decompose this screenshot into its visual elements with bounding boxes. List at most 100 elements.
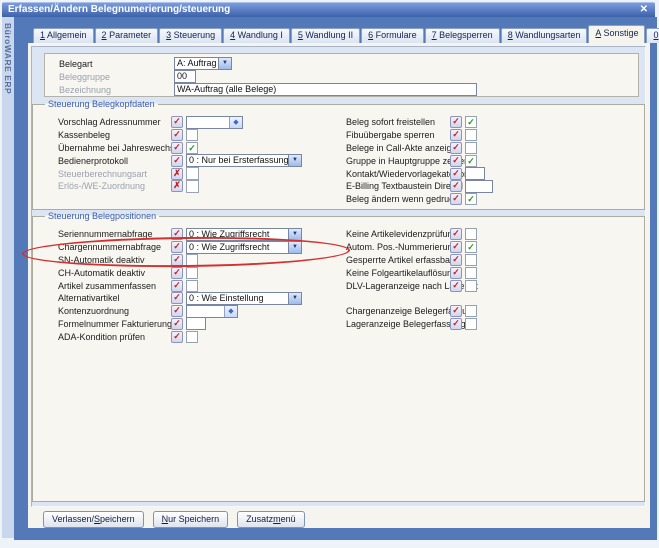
tab-wandlungsarten[interactable]: 8 Wandlungsarten [501,28,588,43]
lageranzeige-belegerfassung-flag-icon[interactable]: ✓ [450,318,462,330]
gruppe-in-hauptgruppe-zeigen-label: Gruppe in Hauptgruppe zeigen [346,156,450,166]
ada-kondition-pr-fen-flag-icon[interactable]: ✓ [171,331,183,343]
chargenanzeige-belegerfassung-checkbox[interactable] [465,305,477,317]
lookup-diamond-icon[interactable]: ◆ [229,117,242,128]
vorschlag-adressnummer-input[interactable]: ◆ [186,116,243,129]
belegkopfdaten-left-column: Vorschlag Adressnummer✓◆Kassenbeleg✓Über… [58,116,302,193]
kontenzuordnung-flag-icon[interactable]: ✓ [171,305,183,317]
vorschlag-adressnummer-flag-icon[interactable]: ✓ [171,116,183,128]
tab-sonstige[interactable]: A Sonstige [588,25,645,43]
beleg-ndern-wenn-gedruckt-checkbox[interactable]: ✓ [465,193,477,205]
fibu-bergabe-sperren-checkbox[interactable] [465,129,477,141]
keine-artikelevidenzpr-fung-checkbox[interactable] [465,228,477,240]
dlv-lageranzeige-nach-lagerort-flag-icon[interactable]: ✓ [450,280,462,292]
kassenbeleg-checkbox[interactable] [186,129,198,141]
gruppe-in-hauptgruppe-zeigen-flag-icon[interactable]: ✓ [450,155,462,167]
dlv-lageranzeige-nach-lagerort-checkbox[interactable] [465,280,477,292]
kontenzuordnung-input[interactable]: ◆ [186,305,238,318]
beleg-ndern-wenn-gedruckt-flag-icon[interactable]: ✓ [450,193,462,205]
row-sn-automatik-deaktiv: SN-Automatik deaktiv✓ [58,254,302,267]
row-artikel-zusammenfassen: Artikel zusammenfassen✓ [58,279,302,292]
group-belegpositionen: Steuerung Belegpositionen Seriennummerna… [32,216,645,502]
alternativartikel-combobox[interactable]: 0 : Wie Einstellung▼ [186,292,302,305]
window-titlebar[interactable]: Erfassen/Ändern Belegnumerierung/steueru… [2,2,655,17]
ch-automatik-deaktiv-flag-icon[interactable]: ✓ [171,267,183,279]
steuerberechnungsart-flag-icon[interactable]: ✗ [171,168,183,180]
dropdown-arrow-icon[interactable]: ▼ [218,58,231,69]
artikel-zusammenfassen-checkbox[interactable] [186,280,198,292]
dropdown-arrow-icon[interactable]: ▼ [288,229,301,240]
close-icon[interactable]: ✕ [640,4,648,15]
artikel-zusammenfassen-label: Artikel zusammenfassen [58,281,171,291]
button-row: Verlassen/Speichern Nur Speichern Zusatzme… [43,511,305,528]
chargennummernabfrage-flag-icon[interactable]: ✓ [171,241,183,253]
e-billing-textbaustein-direktd-flag-icon[interactable]: ✓ [450,180,462,192]
row-kassenbeleg: Kassenbeleg✓ [58,129,302,142]
gesperrte-artikel-erfassbar-checkbox[interactable] [465,254,477,266]
kontakt-wiedervorlagekategorie-flag-icon[interactable]: ✓ [450,168,462,180]
row-autom-pos-nummerierung: Autom. Pos.-Nummerierung✓✓ [346,241,477,254]
seriennummernabfrage-combobox[interactable]: 0 : Wie Zugriffsrecht▼ [186,228,302,241]
fibu-bergabe-sperren-flag-icon[interactable]: ✓ [450,129,462,141]
sn-automatik-deaktiv-checkbox[interactable] [186,254,198,266]
belege-in-call-akte-anzeigen-flag-icon[interactable]: ✓ [450,142,462,154]
kontakt-wiedervorlagekategorie-label: Kontakt/Wiedervorlagekategorie [346,169,450,179]
row-kontakt-wiedervorlagekategorie: Kontakt/Wiedervorlagekategorie✓ [346,167,493,180]
formelnummer-fakturierung-flag-icon[interactable]: ✓ [171,318,183,330]
erl-s-we-zuordnung-flag-icon[interactable]: ✗ [171,180,183,192]
dropdown-arrow-icon[interactable]: ▼ [288,155,301,166]
beleggruppe-input[interactable]: 00 [174,70,196,83]
tab-wfl-tb[interactable]: 0 WFL/TB [646,28,659,43]
gruppe-in-hauptgruppe-zeigen-checkbox[interactable]: ✓ [465,155,477,167]
beleg-sofort-freistellen-checkbox[interactable]: ✓ [465,116,477,128]
tab-wandlung-ii[interactable]: 5 Wandlung II [291,28,360,43]
zusatzmen-button[interactable]: Zusatzmenü [237,511,305,528]
nur-speichern-button[interactable]: Nur Speichern [153,511,229,528]
dropdown-arrow-icon[interactable]: ▼ [288,242,301,253]
keine-folgeartikelaufl-sung-checkbox[interactable] [465,267,477,279]
gesperrte-artikel-erfassbar-label: Gesperrte Artikel erfassbar [346,255,450,265]
belege-in-call-akte-anzeigen-checkbox[interactable] [465,142,477,154]
steuerberechnungsart-label: Steuerberechnungsart [58,169,171,179]
button-label: Zusatz [246,514,273,524]
kontakt-wiedervorlagekategorie-input[interactable] [465,167,485,180]
kassenbeleg-flag-icon[interactable]: ✓ [171,129,183,141]
dropdown-arrow-icon[interactable]: ▼ [288,293,301,304]
gesperrte-artikel-erfassbar-flag-icon[interactable]: ✓ [450,254,462,266]
chargenanzeige-belegerfassung-flag-icon[interactable]: ✓ [450,305,462,317]
keine-folgeartikelaufl-sung-flag-icon[interactable]: ✓ [450,267,462,279]
autom-pos-nummerierung-checkbox[interactable]: ✓ [465,241,477,253]
lookup-diamond-icon[interactable]: ◆ [224,306,237,317]
verlassen-speichern-button[interactable]: Verlassen/Speichern [43,511,144,528]
row-lageranzeige-belegerfassung: Lageranzeige Belegerfassung✓ [346,318,477,331]
belegpositionen-right-column: Keine Artikelevidenzprüfung✓Autom. Pos.-… [346,228,477,330]
bernahme-bei-jahreswechsel-flag-icon[interactable]: ✓ [171,142,183,154]
seriennummernabfrage-flag-icon[interactable]: ✓ [171,228,183,240]
tab-parameter[interactable]: 2 Parameter [95,28,159,43]
e-billing-textbaustein-direktd-input[interactable] [465,180,493,193]
alternativartikel-flag-icon[interactable]: ✓ [171,292,183,304]
chargennummernabfrage-combobox[interactable]: 0 : Wie Zugriffsrecht▼ [186,241,302,254]
ada-kondition-pr-fen-checkbox[interactable] [186,331,198,343]
artikel-zusammenfassen-flag-icon[interactable]: ✓ [171,280,183,292]
row-beleggruppe: Beleggruppe00 [45,70,638,83]
bedienerprotokoll-combobox[interactable]: 0 : Nur bei Ersterfassung/Änderung▼ [186,154,302,167]
bernahme-bei-jahreswechsel-checkbox[interactable]: ✓ [186,142,198,154]
tab-formulare[interactable]: 6 Formulare [361,28,424,43]
ch-automatik-deaktiv-checkbox[interactable] [186,267,198,279]
bedienerprotokoll-flag-icon[interactable]: ✓ [171,155,183,167]
tab-allgemein[interactable]: 1 Allgemein [33,28,94,43]
formelnummer-fakturierung-input[interactable] [186,317,206,330]
bezeichnung-input[interactable]: WA-Auftrag (alle Belege) [174,83,477,96]
keine-artikelevidenzpr-fung-flag-icon[interactable]: ✓ [450,228,462,240]
tab-steuerung[interactable]: 3 Steuerung [159,28,222,43]
belegart-combobox[interactable]: A: Auftrag▼ [174,57,232,70]
sn-automatik-deaktiv-flag-icon[interactable]: ✓ [171,254,183,266]
autom-pos-nummerierung-flag-icon[interactable]: ✓ [450,241,462,253]
tab-wandlung-i[interactable]: 4 Wandlung I [223,28,290,43]
beleg-sofort-freistellen-flag-icon[interactable]: ✓ [450,116,462,128]
lageranzeige-belegerfassung-checkbox[interactable] [465,318,477,330]
row-belege-in-call-akte-anzeigen: Belege in Call-Akte anzeigen✓ [346,142,493,155]
button-label: Verlassen/ [52,514,94,524]
tab-belegsperren[interactable]: 7 Belegsperren [425,28,500,43]
